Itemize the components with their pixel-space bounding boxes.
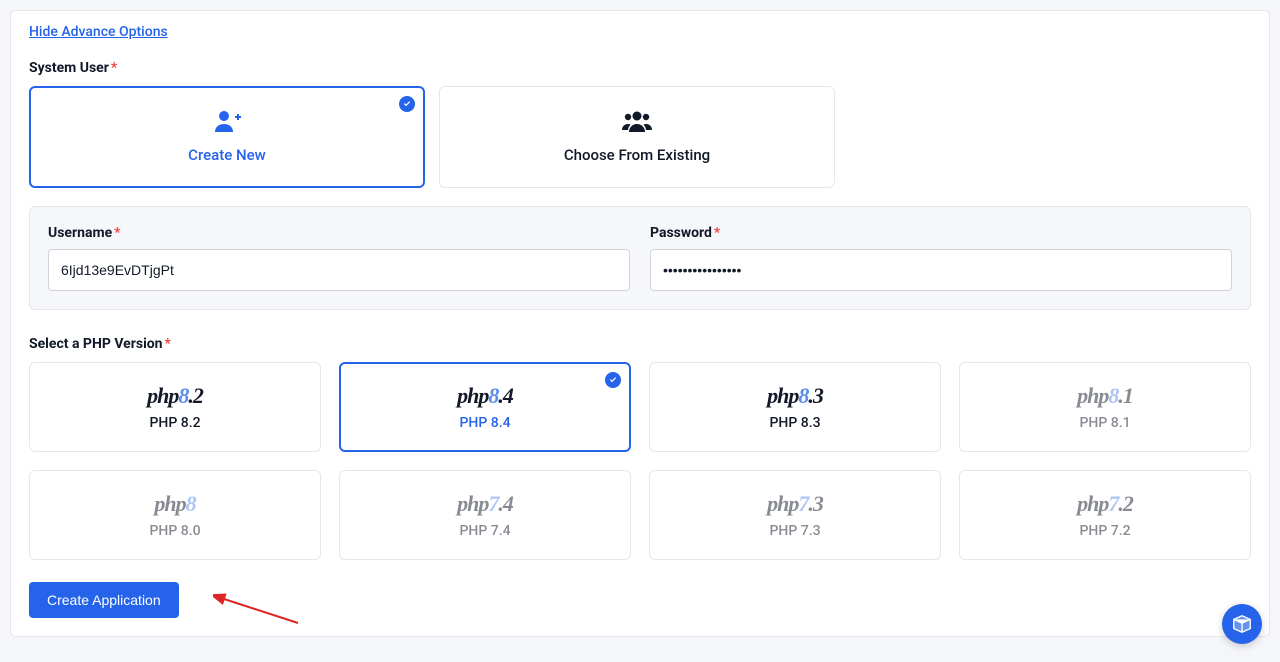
php-version-text: PHP 8.0 (149, 523, 200, 539)
choose-existing-option[interactable]: Choose From Existing (439, 86, 835, 188)
php-version-text: PHP 7.3 (769, 523, 820, 539)
php-logo: php8.3 (767, 383, 823, 409)
credentials-panel: Username* Password* (29, 206, 1251, 310)
help-widget-icon[interactable] (1222, 604, 1262, 644)
system-user-label: System User* (29, 60, 1251, 76)
php-version-card[interactable]: php7.4 PHP 7.4 (339, 470, 631, 560)
php-version-card[interactable]: php8.4 PHP 8.4 (339, 362, 631, 452)
php-version-card[interactable]: php7.2 PHP 7.2 (959, 470, 1251, 560)
create-new-label: Create New (188, 146, 266, 164)
php-logo: php8.2 (147, 383, 203, 409)
user-plus-icon (213, 110, 241, 136)
create-new-option[interactable]: Create New (29, 86, 425, 188)
php-version-text: PHP 7.2 (1079, 523, 1130, 539)
php-version-card[interactable]: php7.3 PHP 7.3 (649, 470, 941, 560)
php-logo: php8.4 (457, 383, 513, 409)
php-logo: php8 (154, 491, 195, 517)
php-version-card[interactable]: php8.3 PHP 8.3 (649, 362, 941, 452)
php-version-card[interactable]: php8 PHP 8.0 (29, 470, 321, 560)
php-version-card[interactable]: php8.1 PHP 8.1 (959, 362, 1251, 452)
php-version-text: PHP 8.3 (769, 415, 820, 431)
php-version-label: Select a PHP Version* (29, 336, 1251, 352)
php-version-card[interactable]: php8.2 PHP 8.2 (29, 362, 321, 452)
username-input[interactable] (48, 249, 630, 291)
php-version-text: PHP 8.2 (149, 415, 200, 431)
php-logo: php7.4 (457, 491, 513, 517)
check-icon (605, 372, 621, 388)
choose-existing-label: Choose From Existing (564, 146, 710, 164)
php-version-text: PHP 7.4 (459, 523, 510, 539)
create-application-button[interactable]: Create Application (29, 582, 179, 618)
php-logo: php7.3 (767, 491, 823, 517)
check-icon (399, 96, 415, 112)
php-version-text: PHP 8.1 (1079, 415, 1130, 431)
username-label: Username* (48, 225, 630, 241)
php-logo: php8.1 (1077, 383, 1133, 409)
users-icon (622, 110, 652, 136)
php-logo: php7.2 (1077, 491, 1133, 517)
arrow-annotation (213, 588, 303, 628)
php-version-text: PHP 8.4 (459, 415, 510, 431)
password-input[interactable] (650, 249, 1232, 291)
hide-advance-options-link[interactable]: Hide Advance Options (29, 24, 168, 40)
password-label: Password* (650, 225, 1232, 241)
